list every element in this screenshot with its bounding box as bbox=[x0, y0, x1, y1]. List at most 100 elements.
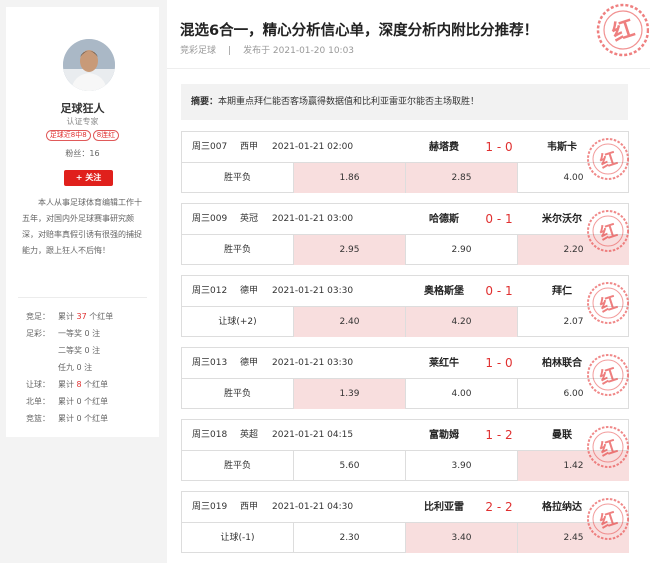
odds-cell: 3.40 bbox=[405, 523, 517, 553]
match-time: 2021-01-21 02:00 bbox=[272, 142, 354, 152]
odds-cell: 2.95 bbox=[293, 235, 405, 265]
match-number: 周三009 bbox=[192, 214, 228, 224]
article-category[interactable]: 竞彩足球 bbox=[180, 46, 216, 56]
stat-row: 北单： 累计 0 个红单 bbox=[26, 396, 108, 407]
stat-text: 任九 0 注 bbox=[58, 363, 93, 372]
odds-row: 让球(-1) 2.30 3.40 2.45 bbox=[182, 523, 629, 553]
article-panel: 混选6合一，精心分析信心单，深度分析内附比分推荐！ 竞彩足球 | 发布于 2021-… bbox=[167, 0, 650, 563]
author-cert: 认证专家 bbox=[66, 117, 99, 126]
home-team: 奥格斯堡 bbox=[424, 286, 464, 297]
home-team: 莱红牛 bbox=[429, 358, 459, 369]
stat-row: 竞篮： 累计 0 个红单 bbox=[26, 413, 108, 424]
profile-divider bbox=[18, 297, 147, 298]
svg-text:红: 红 bbox=[597, 220, 620, 245]
match-time: 2021-01-21 03:30 bbox=[272, 358, 354, 368]
stat-text: 累计 bbox=[58, 312, 77, 321]
odds-cell: 2.40 bbox=[293, 307, 405, 337]
stat-row: 足彩： 一等奖 0 注 bbox=[26, 328, 100, 339]
match-card[interactable]: 周三019 西甲 2021-01-21 04:30 比利亚雷 2 - 2 格拉纳达 让球(-… bbox=[181, 491, 629, 553]
match-score: 0 - 1 bbox=[485, 212, 513, 226]
win-stamp-icon: 红 bbox=[587, 426, 629, 468]
odds-cell: 2.30 bbox=[293, 523, 405, 553]
bet-type: 让球(+2) bbox=[218, 317, 257, 327]
odds-row: 胜平负 1.39 4.00 6.00 bbox=[182, 379, 628, 409]
odds-cell: 1.86 bbox=[293, 163, 405, 193]
article-published: 发布于 2021-01-20 10:03 bbox=[243, 46, 355, 56]
match-score: 1 - 0 bbox=[485, 356, 513, 370]
svg-text:红: 红 bbox=[597, 508, 620, 533]
article-title: 混选6合一，精心分析信心单，深度分析内附比分推荐！ bbox=[180, 23, 539, 39]
odds-row: 让球(+2) 2.40 4.20 2.07 bbox=[182, 307, 628, 337]
bet-type: 胜平负 bbox=[223, 245, 251, 255]
stat-row: 任九 0 注 bbox=[26, 362, 92, 373]
match-league: 西甲 bbox=[240, 502, 259, 512]
match-time: 2021-01-21 04:30 bbox=[272, 502, 354, 512]
win-stamp-icon: 红 bbox=[587, 354, 629, 396]
match-number: 周三019 bbox=[192, 502, 228, 512]
win-stamp-icon: 红 bbox=[587, 210, 629, 252]
match-score: 0 - 1 bbox=[485, 284, 513, 298]
match-time: 2021-01-21 03:30 bbox=[272, 286, 354, 296]
streak-badge: 足球近8中8 bbox=[45, 130, 91, 141]
svg-text:红: 红 bbox=[597, 292, 620, 317]
stat-label: 竞足： bbox=[26, 312, 50, 321]
stat-label: 北单： bbox=[26, 397, 50, 406]
bet-type: 胜平负 bbox=[223, 173, 251, 183]
match-number: 周三013 bbox=[192, 358, 228, 368]
match-header: 周三019 西甲 2021-01-21 04:30 比利亚雷 2 - 2 格拉纳达 bbox=[182, 492, 628, 523]
author-name[interactable]: 足球狂人 bbox=[6, 100, 159, 116]
win-stamp-icon: 红 bbox=[587, 498, 629, 540]
follow-button[interactable]: + 关注 bbox=[64, 170, 113, 186]
match-card[interactable]: 周三007 西甲 2021-01-21 02:00 赫塔费 1 - 0 韦斯卡 胜平负 1.8… bbox=[181, 131, 629, 193]
author-avatar[interactable] bbox=[63, 39, 115, 91]
match-number: 周三007 bbox=[192, 142, 228, 152]
author-bio: 本人从事足球体育编辑工作十五年，对国内外足球赛事研究颇深，对赔率真假引诱有很强的… bbox=[22, 198, 142, 255]
odds-cell: 3.90 bbox=[405, 451, 517, 481]
header-divider bbox=[167, 68, 650, 69]
match-league: 德甲 bbox=[240, 358, 259, 368]
stat-number: 37 bbox=[76, 312, 87, 321]
bet-type: 胜平负 bbox=[223, 389, 251, 399]
stat-row: 二等奖 0 注 bbox=[26, 345, 100, 356]
fans-count: 粉丝：16 bbox=[65, 149, 100, 158]
match-header: 周三013 德甲 2021-01-21 03:30 莱红牛 1 - 0 柏林联合 bbox=[182, 348, 628, 379]
stat-label: 让球： bbox=[26, 380, 50, 389]
stat-row: 竞足： 累计 37 个红单 bbox=[26, 311, 113, 322]
match-card[interactable]: 周三012 德甲 2021-01-21 03:30 奥格斯堡 0 - 1 拜仁 让球(+2)… bbox=[181, 275, 629, 337]
stat-text: 个红单 bbox=[86, 312, 114, 321]
author-badges: 足球近8中8 8连红 bbox=[6, 130, 159, 141]
match-header: 周三009 英冠 2021-01-21 03:00 哈德斯 0 - 1 米尔沃尔 bbox=[182, 204, 628, 235]
match-header: 周三012 德甲 2021-01-21 03:30 奥格斯堡 0 - 1 拜仁 bbox=[182, 276, 628, 307]
match-header: 周三018 英超 2021-01-21 04:15 富勒姆 1 - 2 曼联 bbox=[182, 420, 628, 451]
match-card[interactable]: 周三009 英冠 2021-01-21 03:00 哈德斯 0 - 1 米尔沃尔 胜平负 2.… bbox=[181, 203, 629, 265]
home-team: 赫塔费 bbox=[429, 142, 459, 153]
author-profile-card: 足球狂人 认证专家 足球近8中8 8连红 粉丝：16 + 关注 本人从事足球体育… bbox=[6, 7, 159, 437]
svg-text:红: 红 bbox=[609, 15, 638, 47]
svg-text:红: 红 bbox=[597, 436, 620, 461]
match-number: 周三012 bbox=[192, 286, 228, 296]
match-league: 英超 bbox=[240, 430, 259, 440]
stat-label: 足彩： bbox=[26, 329, 50, 338]
meta-separator: | bbox=[228, 46, 232, 56]
odds-row: 胜平负 5.60 3.90 1.42 bbox=[182, 451, 629, 481]
bet-type: 让球(-1) bbox=[220, 533, 255, 543]
match-card[interactable]: 周三018 英超 2021-01-21 04:15 富勒姆 1 - 2 曼联 胜平负 5.60… bbox=[181, 419, 629, 481]
stat-text: 一等奖 0 注 bbox=[58, 329, 101, 338]
stat-text: 个红单 bbox=[81, 380, 109, 389]
match-score: 2 - 2 bbox=[485, 500, 513, 514]
home-team: 比利亚雷 bbox=[424, 502, 464, 513]
bet-type: 胜平负 bbox=[223, 461, 251, 471]
match-card[interactable]: 周三013 德甲 2021-01-21 03:30 莱红牛 1 - 0 柏林联合 胜平负 1.… bbox=[181, 347, 629, 409]
match-league: 德甲 bbox=[240, 286, 259, 296]
odds-cell: 4.20 bbox=[405, 307, 517, 337]
stat-text: 累计 bbox=[58, 380, 77, 389]
match-number: 周三018 bbox=[192, 430, 228, 440]
stat-label: 竞篮： bbox=[26, 414, 50, 423]
stat-text: 累计 0 个红单 bbox=[58, 414, 109, 423]
svg-text:红: 红 bbox=[597, 148, 620, 173]
match-score: 1 - 2 bbox=[485, 428, 513, 442]
home-team: 富勒姆 bbox=[429, 430, 459, 441]
svg-text:红: 红 bbox=[597, 364, 620, 389]
match-time: 2021-01-21 04:15 bbox=[272, 430, 354, 440]
home-team: 哈德斯 bbox=[429, 214, 459, 225]
